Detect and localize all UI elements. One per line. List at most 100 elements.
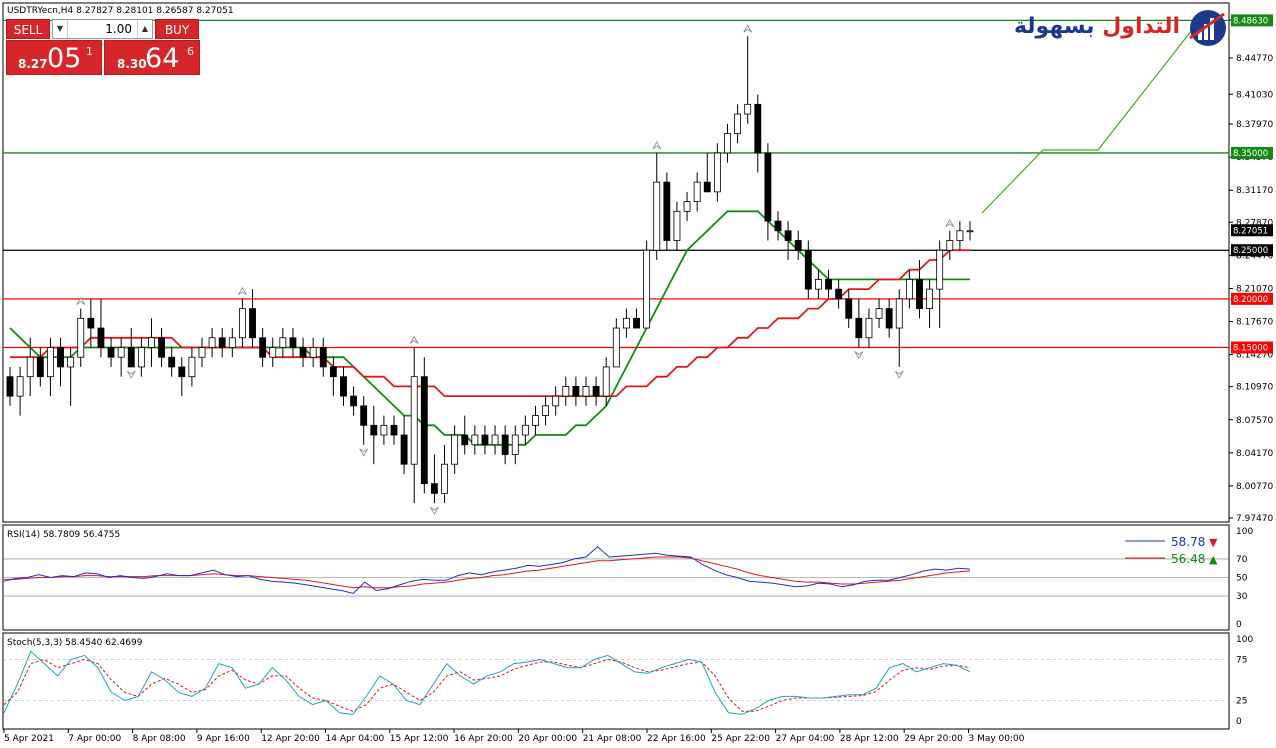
price-chart[interactable]: 8.486708.447708.410308.379708.345708.311… xyxy=(0,0,1276,748)
candle-body xyxy=(329,366,337,378)
candle-body xyxy=(946,240,954,251)
candle-body xyxy=(774,220,782,232)
time-tick-label: 12 Apr 20:00 xyxy=(261,734,320,744)
brand-logo-text: التداول بسهولة xyxy=(1014,14,1180,39)
rsi-legend-value: 58.78 xyxy=(1171,535,1205,549)
buy-price-button[interactable]: 8.30 64 6 xyxy=(104,40,200,75)
candle-body xyxy=(218,337,226,348)
stoch-tick-label: 0 xyxy=(1236,717,1242,727)
candle-body xyxy=(713,152,721,193)
candle-body xyxy=(481,434,489,446)
level-price-label: 8.15000 xyxy=(1233,343,1268,353)
lot-increase-icon[interactable]: ▲ xyxy=(137,20,152,38)
candle-body xyxy=(572,385,580,397)
price-tick-label: 8.37970 xyxy=(1236,120,1273,130)
rsi-title: RSI(14) 58.7809 56.4755 xyxy=(7,530,120,540)
rsi-legend-arrow-icon: ▼ xyxy=(1209,536,1218,549)
stoch-tick-label: 25 xyxy=(1236,697,1247,707)
chart-panel-3 xyxy=(2,632,1230,730)
candle-body xyxy=(370,424,378,436)
time-tick-label: 27 Apr 04:00 xyxy=(776,734,835,744)
sell-button[interactable]: SELL xyxy=(6,19,50,39)
chart-panel-1 xyxy=(2,2,1230,523)
candle-body xyxy=(87,317,95,329)
candle-body xyxy=(552,395,560,407)
candle-body xyxy=(724,133,731,154)
stoch-title: Stoch(5,3,3) 58.4540 62.4699 xyxy=(7,638,143,648)
candle-body xyxy=(57,347,64,368)
candle-body xyxy=(340,376,347,397)
price-tick-label: 8.44770 xyxy=(1236,54,1273,64)
candle-body xyxy=(380,424,388,436)
candle-body xyxy=(26,356,34,378)
candle-body xyxy=(107,347,115,358)
candle-body xyxy=(673,210,681,241)
candle-body xyxy=(441,463,448,494)
time-tick-label: 5 Apr 2021 xyxy=(4,734,54,744)
candle-body xyxy=(855,317,863,339)
candle-body xyxy=(936,249,944,290)
candle-body xyxy=(592,385,600,397)
candle-body xyxy=(734,113,742,134)
candle-body xyxy=(693,181,701,202)
candle-body xyxy=(885,308,893,329)
candle-body xyxy=(420,376,428,485)
candle-body xyxy=(542,405,550,416)
candle-body xyxy=(491,434,499,446)
lot-decrease-icon[interactable]: ▼ xyxy=(53,20,68,38)
buy-price-pips: 64 xyxy=(145,43,180,74)
rsi-legend-value: 56.48 xyxy=(1171,552,1205,566)
candle-body xyxy=(511,434,519,455)
candle-body xyxy=(895,298,903,329)
time-tick-label: 22 Apr 16:00 xyxy=(647,734,706,744)
time-tick-label: 21 Apr 08:00 xyxy=(583,734,642,744)
candle-body xyxy=(289,337,297,348)
candle-body xyxy=(926,288,934,309)
price-tick-label: 8.04170 xyxy=(1236,449,1273,459)
candle-body xyxy=(562,385,570,397)
candle-body xyxy=(754,103,762,154)
lot-size-value[interactable]: 1.00 xyxy=(69,20,136,38)
candle-body xyxy=(178,366,186,378)
sell-price-prefix: 8.27 xyxy=(18,57,48,71)
lot-size-field[interactable]: ▼ 1.00 ▲ xyxy=(52,19,153,39)
time-tick-label: 25 Apr 22:00 xyxy=(711,734,770,744)
level-price-label: 8.25000 xyxy=(1233,246,1268,256)
candle-body xyxy=(916,279,923,309)
price-tick-label: 8.17670 xyxy=(1236,318,1273,328)
candle-body xyxy=(360,405,368,426)
candle-body xyxy=(784,230,792,241)
time-tick-label: 8 Apr 08:00 xyxy=(133,734,186,744)
candle-body xyxy=(158,337,166,358)
candle-body xyxy=(471,434,479,446)
brand-logo-word-blue: بسهولة xyxy=(1013,14,1095,39)
time-tick-label: 15 Apr 12:00 xyxy=(390,734,449,744)
brand-logo: التداول بسهولة xyxy=(1010,6,1228,48)
candle-body xyxy=(643,249,651,329)
candle-body xyxy=(451,434,459,465)
time-tick-label: 29 Apr 20:00 xyxy=(904,734,963,744)
candle-body xyxy=(309,347,317,358)
candle-body xyxy=(238,308,246,339)
candle-body xyxy=(249,308,256,339)
level-price-label: 8.35000 xyxy=(1233,149,1268,159)
candle-body xyxy=(319,347,327,368)
candle-body xyxy=(622,317,630,329)
candle-body xyxy=(390,424,398,436)
candle-body xyxy=(865,317,873,339)
rsi-tick-label: 50 xyxy=(1236,574,1248,584)
candle-body xyxy=(845,298,853,319)
candle-body xyxy=(582,385,590,397)
candle-body xyxy=(350,395,358,407)
candle-body xyxy=(461,434,469,446)
candle-body xyxy=(905,279,913,300)
rsi-tick-label: 70 xyxy=(1236,555,1248,565)
candle-body xyxy=(663,181,671,241)
price-tick-label: 7.97470 xyxy=(1236,514,1273,524)
rsi-tick-label: 100 xyxy=(1236,527,1253,537)
candle-body xyxy=(117,347,125,358)
sell-price-button[interactable]: 8.27 05 1 xyxy=(6,40,102,75)
current-price-label: 8.27051 xyxy=(1233,226,1268,236)
one-click-trading-panel: SELL ▼ 1.00 ▲ BUY 8.27 05 1 8.30 64 6 xyxy=(6,19,200,75)
buy-button[interactable]: BUY xyxy=(155,19,199,39)
